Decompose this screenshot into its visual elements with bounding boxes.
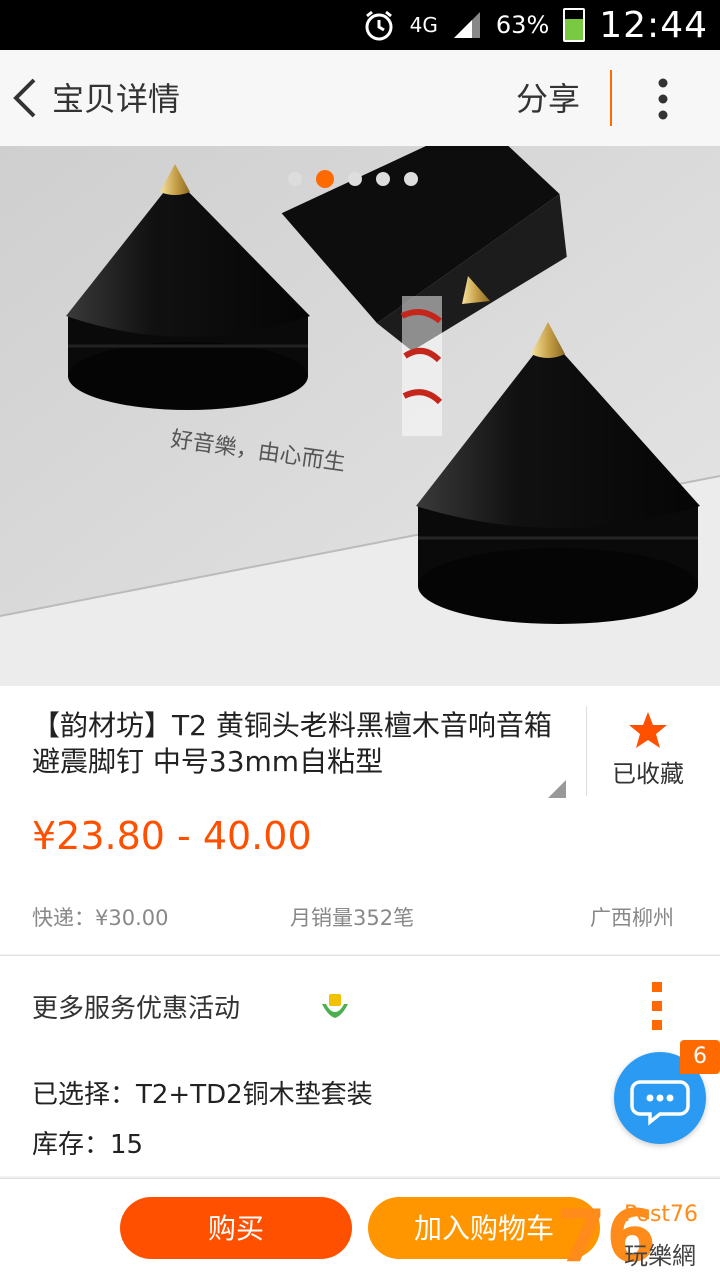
- product-title: 【韵材坊】T2 黄铜头老料黑檀木音响音箱避震脚钉 中号33mm自粘型: [32, 709, 552, 778]
- buy-button[interactable]: 购买: [120, 1197, 352, 1259]
- favorite-button[interactable]: 已收藏: [612, 754, 684, 789]
- vertical-dots-icon[interactable]: [650, 76, 676, 122]
- gift-hands-icon: [322, 994, 348, 1018]
- vertical-dots-icon[interactable]: [650, 980, 664, 1032]
- signal-icon: [453, 12, 480, 38]
- battery-icon: [563, 8, 586, 42]
- gallery-dot: [404, 172, 418, 186]
- price: ¥23.80 - 40.00: [32, 814, 312, 858]
- star-icon[interactable]: [628, 710, 668, 750]
- expand-title-icon[interactable]: [548, 780, 566, 798]
- gallery-dot-active: [316, 170, 334, 188]
- shipping-fee: 快递：¥30.00: [32, 906, 169, 930]
- battery-percent: 63%: [495, 11, 550, 39]
- watermark-post: Post76: [624, 1202, 699, 1227]
- divider: [586, 706, 587, 796]
- page-title: 宝贝详情: [52, 80, 181, 118]
- gallery-indicator: [288, 170, 418, 188]
- chat-badge: 6: [680, 1040, 720, 1074]
- services-label: 更多服务优惠活动: [32, 994, 241, 1024]
- gallery-dot: [288, 172, 302, 186]
- watermark: 76 Post76 玩樂網: [556, 1196, 716, 1276]
- product-photo: 好音樂，由心而生: [0, 146, 720, 686]
- chevron-left-icon[interactable]: [6, 74, 46, 122]
- alarm-icon: [365, 10, 393, 41]
- selected-sku: 已选择：T2+TD2铜木垫套装: [32, 1080, 373, 1110]
- divider: [610, 70, 612, 126]
- sku-selection[interactable]: 已选择：T2+TD2铜木垫套装 库存：15: [0, 1052, 720, 1176]
- watermark-text: 玩樂網: [624, 1242, 696, 1270]
- monthly-sales: 月销量352笔: [290, 906, 415, 930]
- product-image-gallery[interactable]: 好音樂，由心而生: [0, 146, 720, 686]
- gallery-dot: [376, 172, 390, 186]
- status-bar: 4G 63% 12:44: [0, 0, 720, 50]
- product-info: 【韵材坊】T2 黄铜头老料黑檀木音响音箱避震脚钉 中号33mm自粘型 已收藏 ¥…: [0, 686, 720, 954]
- network-type: 4G: [409, 13, 438, 37]
- top-bar: 宝贝详情 分享: [0, 50, 720, 147]
- gallery-dot: [348, 172, 362, 186]
- location: 广西柳州: [590, 906, 674, 930]
- share-button[interactable]: 分享: [516, 74, 580, 120]
- clock: 12:44: [599, 4, 708, 46]
- stock-count: 库存：15: [32, 1130, 144, 1160]
- services-row[interactable]: 更多服务优惠活动: [0, 955, 720, 1053]
